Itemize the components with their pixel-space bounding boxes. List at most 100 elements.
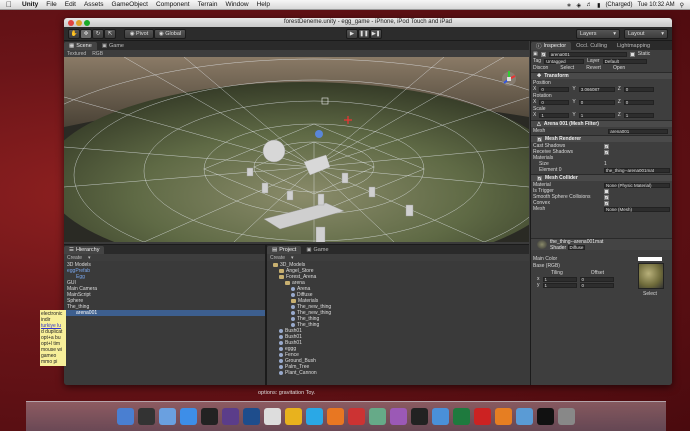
light-gizmo-icon[interactable] (315, 130, 323, 138)
spotlight-icon[interactable]: ⚲ (680, 2, 684, 9)
prefab-revert-button[interactable]: Revert (586, 65, 601, 71)
element0-field[interactable]: the_thing--arena001mat (604, 167, 670, 173)
tab-project[interactable]: ▤ Project (267, 246, 302, 254)
tag-dropdown[interactable]: Untagged (544, 58, 585, 64)
tab-game-2[interactable]: ▣ Game (301, 246, 334, 254)
list-item-selected[interactable]: arena001 (76, 310, 97, 316)
skype-dock-icon[interactable]: Skype (306, 408, 323, 425)
layout-dropdown[interactable]: Layout ▾ (624, 29, 668, 39)
rotation-y-field[interactable]: 0 (578, 99, 615, 105)
safari-dock-icon[interactable]: Safari (180, 408, 197, 425)
receive-shadows-checkbox[interactable]: ✓ (604, 149, 609, 155)
ical-dock-icon[interactable]: iCal (264, 408, 281, 425)
convex-checkbox[interactable]: ✓ (604, 200, 609, 206)
tab-inspector[interactable]: ⓘ Inspector (531, 42, 572, 50)
shader-dropdown[interactable]: Diffuse (567, 244, 586, 250)
menu-gameobject[interactable]: GameObject (107, 1, 152, 8)
trash-dock-icon[interactable]: Trash (558, 408, 575, 425)
step-button[interactable]: ▶❚ (370, 29, 382, 39)
unity-dock-icon[interactable]: Unity (201, 408, 218, 425)
apple-menu-icon[interactable]:  (0, 0, 18, 9)
scale-z-field[interactable]: 1 (623, 112, 654, 118)
sphere-object[interactable] (262, 139, 286, 163)
scene-view[interactable]: ▦ Scene ▣ Game Textured RGB (64, 41, 529, 242)
vlc-dock-icon[interactable]: VLC (495, 408, 512, 425)
finder-dock-icon[interactable]: Finder (117, 408, 134, 425)
mesh-renderer-checkbox[interactable]: ✓ (537, 136, 542, 142)
prefab-select-button[interactable]: Select (560, 65, 574, 71)
is-trigger-checkbox[interactable] (604, 188, 609, 194)
excel-dock-icon[interactable]: Excel (453, 408, 470, 425)
active-checkbox[interactable]: ✓ (540, 51, 546, 57)
scale-y-field[interactable]: 1 (578, 112, 615, 118)
dashboard-dock-icon[interactable]: Dashboard (138, 408, 155, 425)
layers-dropdown[interactable]: Layers ▾ (576, 29, 620, 39)
rotation-z-field[interactable]: 0 (623, 99, 654, 105)
calendar-dock-icon[interactable]: Calendar (348, 408, 365, 425)
photoshop-dock-icon[interactable]: Photoshop (243, 408, 260, 425)
hand-tool-icon[interactable]: ✋ (68, 29, 80, 39)
collider-material-field[interactable]: None (Physic Material) (604, 182, 670, 188)
minimize-window-icon[interactable] (76, 20, 82, 26)
scale-x-field[interactable]: 1 (539, 112, 570, 118)
texture-select-button[interactable]: Select (643, 291, 657, 297)
texture-thumbnail[interactable] (638, 263, 664, 289)
menu-file[interactable]: File (42, 1, 60, 8)
rotation-x-field[interactable]: 0 (539, 99, 570, 105)
mesh-field[interactable]: arena001 (608, 128, 669, 134)
pause-button[interactable]: ❚❚ (358, 29, 370, 39)
scale-tool-icon[interactable]: ⇱ (104, 29, 116, 39)
mesh-renderer-header[interactable]: ✓ Mesh Renderer (531, 135, 672, 142)
offset-y-field[interactable]: 0 (579, 282, 614, 288)
menu-component[interactable]: Component (152, 1, 194, 8)
tab-game[interactable]: ▣ Game (96, 42, 129, 50)
list-item[interactable]: Egg (76, 274, 85, 280)
rotate-tool-icon[interactable]: ↻ (92, 29, 104, 39)
list-item[interactable]: Plant_Cannon (279, 370, 317, 376)
layer-dropdown[interactable]: Default (602, 58, 647, 64)
pivot-toggle[interactable]: ◉ Pivot (124, 29, 154, 39)
smooth-sphere-checkbox[interactable]: ✓ (604, 194, 609, 200)
mail-dock-icon[interactable]: Mail (516, 408, 533, 425)
tab-lightmapping[interactable]: Lightmapping (612, 42, 656, 50)
volume-icon[interactable]: ♬ (586, 2, 592, 8)
move-tool-icon[interactable]: ✥ (80, 29, 92, 39)
filezilla-dock-icon[interactable]: FileZilla (474, 408, 491, 425)
mesh-collider-checkbox[interactable]: ✓ (537, 175, 542, 181)
panel-divider[interactable] (265, 244, 267, 385)
sticky-note[interactable]: electronic indir turkiye lu d duplicat o… (40, 310, 66, 366)
material-header[interactable]: the_thing--arena001mat Shader Diffuse (531, 238, 672, 251)
menu-window[interactable]: Window (221, 1, 252, 8)
prefab-open-button[interactable]: Open (613, 65, 625, 71)
menu-edit[interactable]: Edit (61, 1, 80, 8)
pages-dock-icon[interactable]: Pages (432, 408, 449, 425)
play-button[interactable]: ▶ (346, 29, 358, 39)
position-x-field[interactable]: 0 (539, 86, 570, 92)
collider-mesh-field[interactable]: None (Mesh) (604, 206, 670, 212)
channel-dropdown[interactable]: RGB (92, 51, 103, 57)
bluetooth-icon[interactable]: ∗ (566, 2, 571, 9)
tab-occlusion[interactable]: Occl. Culling (571, 42, 613, 50)
cast-shadows-checkbox[interactable]: ✓ (604, 143, 609, 149)
mesh-filter-header[interactable]: △ Arena 001 (Mesh Filter) (531, 120, 672, 127)
battery-icon[interactable]: ▮ (597, 2, 600, 9)
menu-help[interactable]: Help (253, 1, 274, 8)
menu-assets[interactable]: Assets (80, 1, 108, 8)
position-y-field[interactable]: 3.066087 (578, 86, 615, 92)
terminal-dock-icon[interactable]: Terminal (537, 408, 554, 425)
object-name-field[interactable]: arena001 (548, 51, 627, 57)
tiling-y-field[interactable]: 1 (542, 282, 577, 288)
transform-header[interactable]: ✥ Transform (531, 72, 672, 79)
menu-terrain[interactable]: Terrain (194, 1, 222, 8)
zoom-window-icon[interactable] (84, 20, 90, 26)
unity-dock-icon[interactable]: Unity (411, 408, 428, 425)
firefox-dock-icon[interactable]: Firefox (327, 408, 344, 425)
static-checkbox[interactable] (629, 51, 635, 57)
after-effects-dock-icon[interactable]: After Effects (222, 408, 239, 425)
itunes-dock-icon[interactable]: iTunes (390, 408, 407, 425)
position-z-field[interactable]: 0 (623, 86, 654, 92)
close-window-icon[interactable] (68, 20, 74, 26)
tiling-x-field[interactable]: 1 (542, 276, 577, 282)
menubar-clock[interactable]: Tue 10:32 AM (637, 2, 674, 8)
menu-app-name[interactable]: Unity (18, 1, 42, 8)
